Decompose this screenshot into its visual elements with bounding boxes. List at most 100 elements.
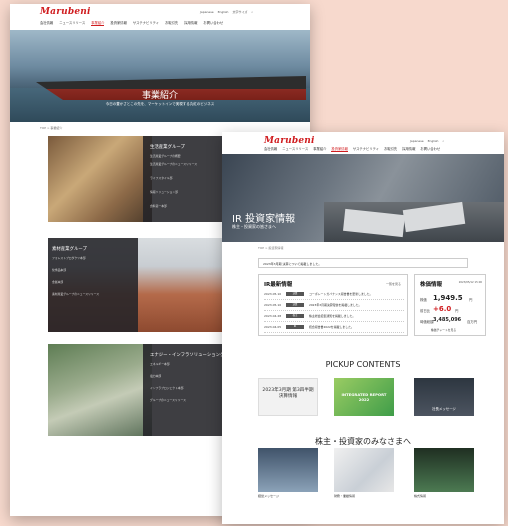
news-date: 2023.05.10 bbox=[264, 292, 282, 296]
news-date: 2023.04.05 bbox=[264, 325, 282, 329]
section-overlay bbox=[48, 238, 138, 332]
investor-link[interactable]: 株式情報 bbox=[414, 494, 426, 498]
nav-partners[interactable]: お取引先 bbox=[384, 146, 397, 152]
news-title: IR最新情報 bbox=[264, 282, 293, 288]
section-link[interactable]: 食料第一本部 bbox=[150, 204, 167, 208]
pickup-card-integrated-report[interactable]: INTEGRATED REPORT 2022 bbox=[334, 378, 394, 416]
hero-ir-image: IR 投資家情報 株主・投資家の皆さまへ bbox=[222, 154, 504, 242]
section-link[interactable]: 金属本部 bbox=[52, 280, 63, 284]
nav-sustainability[interactable]: サステナビリティ bbox=[353, 146, 379, 152]
nav-ir[interactable]: 投資家情報 bbox=[110, 20, 126, 26]
stock-label: 株価 bbox=[420, 298, 427, 302]
nav-news[interactable]: ニュースリリース bbox=[59, 20, 85, 26]
lang-english-link[interactable]: English bbox=[218, 10, 229, 14]
photo-financial[interactable] bbox=[334, 448, 394, 492]
stock-change: +6.0 bbox=[433, 305, 452, 313]
global-nav: 会社情報 ニュースリリース 事業紹介 投資家情報 サステナビリティ お取引先 採… bbox=[264, 146, 440, 152]
breadcrumb: TOP > 事業紹介 bbox=[40, 126, 63, 130]
nav-company[interactable]: 会社情報 bbox=[264, 146, 277, 152]
stock-price: 1,949.5 bbox=[433, 294, 463, 302]
nav-contact[interactable]: お問い合わせ bbox=[203, 20, 223, 26]
section-link[interactable]: 素材産業グループのニュースリリース bbox=[52, 292, 99, 296]
investors-title: 株主・投資家のみなさまへ bbox=[315, 437, 411, 446]
hero-title: IR 投資家情報 bbox=[232, 214, 296, 225]
nav-company[interactable]: 会社情報 bbox=[40, 20, 53, 26]
section-link[interactable]: フォレストプロダクツ本部 bbox=[52, 256, 86, 260]
stock-unit: 円 bbox=[455, 309, 459, 313]
hero-subtitle: 今日の豊かさとこの先を、マーケットインで実現する丸紅のビジネス bbox=[105, 102, 215, 106]
pickup-card-results[interactable]: 2023年3月期 第3四半期決算情報 bbox=[258, 378, 318, 416]
investor-link[interactable]: 経営メッセージ bbox=[258, 494, 279, 498]
news-tag: 決算 bbox=[286, 303, 304, 307]
section-link[interactable]: 情報ソリューション部 bbox=[150, 190, 178, 194]
hero-subtitle: 株主・投資家の皆さまへ bbox=[232, 224, 276, 229]
photo-executive[interactable] bbox=[258, 448, 318, 492]
news-date: 2023.05.10 bbox=[264, 303, 282, 307]
nav-business[interactable]: 事業紹介 bbox=[313, 146, 326, 152]
search-icon[interactable]: ⌕ bbox=[442, 139, 444, 143]
news-text[interactable]: 2023年3月期決算短信を掲載しました。 bbox=[309, 303, 362, 307]
stock-title: 株価情報 bbox=[420, 282, 443, 288]
pickup-card-message[interactable]: 社長メッセージ bbox=[414, 378, 474, 416]
section-link[interactable]: 生活産業グループのニュースリリース bbox=[150, 162, 197, 166]
section-link[interactable]: グループのニュースリリース bbox=[150, 398, 186, 402]
stock-label: 時価総額 bbox=[420, 320, 434, 324]
nav-news[interactable]: ニュースリリース bbox=[282, 146, 308, 152]
pickup-label: 2023年3月期 第3四半期決算情報 bbox=[262, 388, 314, 399]
nav-partners[interactable]: お取引先 bbox=[165, 20, 178, 26]
news-row[interactable]: 2023.04.05 IR 統合報告書2022を掲載しました。 bbox=[264, 324, 404, 333]
ir-page-window: Marubeni Japanese English ⌕ 会社情報 ニュースリリー… bbox=[222, 132, 504, 524]
news-row[interactable]: 2023.05.10 決算 2023年3月期決算短信を掲載しました。 bbox=[264, 302, 404, 311]
lang-japanese-link[interactable]: Japanese bbox=[410, 139, 424, 143]
section-link[interactable]: インフラプロジェクト本部 bbox=[150, 386, 183, 390]
lang-japanese-link[interactable]: Japanese bbox=[200, 10, 214, 14]
stock-panel: 株価情報 2023/05/12 15:00 株価 1,949.5 円 前日比 +… bbox=[414, 274, 486, 336]
news-date: 2023.04.28 bbox=[264, 314, 282, 318]
section-link[interactable]: ライフスタイル部 bbox=[150, 176, 172, 180]
news-text[interactable]: 統合報告書2022を掲載しました。 bbox=[309, 325, 354, 329]
section-link[interactable]: 生活産業グループの概要 bbox=[150, 154, 181, 158]
section-link[interactable]: 化学品本部 bbox=[52, 268, 66, 272]
news-tag: 決算 bbox=[286, 292, 304, 296]
marubeni-logo[interactable]: Marubeni bbox=[40, 7, 91, 17]
stock-label: 前日比 bbox=[420, 309, 431, 313]
breadcrumb: TOP > 投資家情報 bbox=[258, 246, 284, 250]
news-row[interactable]: 2023.04.28 株主 株主総会招集通知を掲載しました。 bbox=[264, 313, 404, 322]
investor-link[interactable]: 財務・業績情報 bbox=[334, 494, 355, 498]
nav-careers[interactable]: 採用情報 bbox=[184, 20, 197, 26]
utility-links: Japanese English 文字サイズ ⌕ bbox=[200, 10, 253, 14]
section-title: 生活産業グループ bbox=[150, 145, 185, 150]
section-link[interactable]: 電力本部 bbox=[150, 374, 161, 378]
news-text[interactable]: コーポレートガバナンス報告書を更新しました。 bbox=[309, 292, 373, 296]
stock-chart-link[interactable]: 株価チャートを見る bbox=[431, 328, 456, 332]
news-more-link[interactable]: 一覧を見る bbox=[386, 282, 401, 286]
energy-photo bbox=[48, 344, 152, 436]
ir-news-panel: IR最新情報 一覧を見る 2023.05.10 決算 コーポレートガバナンス報告… bbox=[258, 274, 408, 336]
nav-sustainability[interactable]: サステナビリティ bbox=[133, 20, 159, 26]
hero-ship-image: 事業紹介 今日の豊かさとこの先を、マーケットインで実現する丸紅のビジネス bbox=[10, 30, 310, 122]
notice-bar[interactable]: 2023年3月期 決算について掲載しました。 bbox=[258, 258, 468, 268]
nav-contact[interactable]: お問い合わせ bbox=[420, 146, 440, 152]
pickup-title: PICKUP CONTENTS bbox=[325, 360, 401, 369]
news-row[interactable]: 2023.05.10 決算 コーポレートガバナンス報告書を更新しました。 bbox=[264, 291, 404, 300]
nav-business[interactable]: 事業紹介 bbox=[91, 20, 105, 26]
pickup-label: INTEGRATED REPORT 2022 bbox=[341, 392, 387, 402]
stock-unit: 円 bbox=[469, 298, 473, 302]
site-header: Marubeni Japanese English 文字サイズ ⌕ 会社情報 ニ… bbox=[10, 4, 310, 31]
search-icon[interactable]: ⌕ bbox=[251, 10, 253, 14]
lifestyle-photo bbox=[48, 136, 152, 222]
stock-unit: 百万円 bbox=[467, 320, 478, 324]
photo-stock[interactable] bbox=[414, 448, 474, 492]
section-link[interactable]: エネルギー本部 bbox=[150, 362, 170, 366]
stock-date: 2023/05/12 15:00 bbox=[458, 281, 482, 284]
nav-ir[interactable]: 投資家情報 bbox=[331, 146, 348, 152]
nav-careers[interactable]: 採用情報 bbox=[402, 146, 415, 152]
market-cap: 3,485,096 bbox=[433, 317, 462, 323]
news-text[interactable]: 株主総会招集通知を掲載しました。 bbox=[309, 314, 355, 318]
marubeni-logo[interactable]: Marubeni bbox=[264, 136, 315, 146]
global-nav: 会社情報 ニュースリリース 事業紹介 投資家情報 サステナビリティ お取引先 採… bbox=[40, 20, 223, 26]
font-size-link[interactable]: 文字サイズ bbox=[232, 10, 247, 14]
section-title: 素材産業グループ bbox=[52, 247, 87, 252]
lang-english-link[interactable]: English bbox=[428, 139, 439, 143]
news-tag: 株主 bbox=[286, 314, 304, 318]
